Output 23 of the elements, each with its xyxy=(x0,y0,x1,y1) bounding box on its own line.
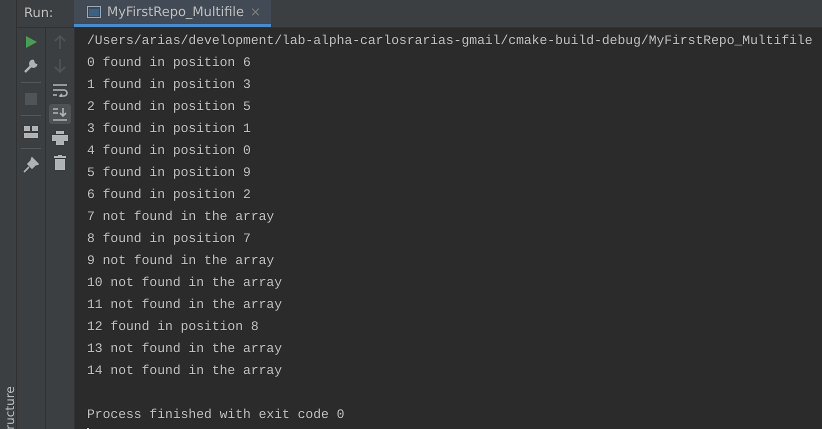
output-line: 5 found in position 9 xyxy=(87,164,252,182)
output-line: 3 found in position 1 xyxy=(87,120,252,138)
output-line: 6 found in position 2 xyxy=(87,186,252,204)
output-line: 1 found in position 3 xyxy=(87,76,252,94)
output-line: 2 found in position 5 xyxy=(87,98,252,116)
run-tab[interactable]: MyFirstRepo_Multifile × xyxy=(74,0,271,27)
output-line: 14 not found in the array xyxy=(87,362,284,380)
output-line: 13 not found in the array xyxy=(87,340,284,358)
print-icon[interactable] xyxy=(49,128,71,148)
output-line: 7 not found in the array xyxy=(87,208,276,226)
scroll-to-end-icon[interactable] xyxy=(49,104,71,124)
run-label: Run: xyxy=(23,5,54,23)
output-line: 4 found in position 0 xyxy=(87,142,252,160)
exit-message: Process finished with exit code 0 xyxy=(87,406,346,424)
console-icon xyxy=(87,6,101,18)
command-line: /Users/arias/development/lab-alpha-carlosrarias-gmail/cmake-build-debug/MyFirstRepo_Multifile xyxy=(87,32,814,50)
tool-window-label[interactable]: ructure xyxy=(2,386,17,429)
output-line: 11 not found in the array xyxy=(87,296,284,314)
output-line: 9 not found in the array xyxy=(87,252,276,270)
output-line: 8 found in position 7 xyxy=(87,230,252,248)
output-line: 10 not found in the array xyxy=(87,274,284,292)
output-line: 0 found in position 6 xyxy=(87,54,252,72)
output-line: 12 found in position 8 xyxy=(87,318,260,336)
